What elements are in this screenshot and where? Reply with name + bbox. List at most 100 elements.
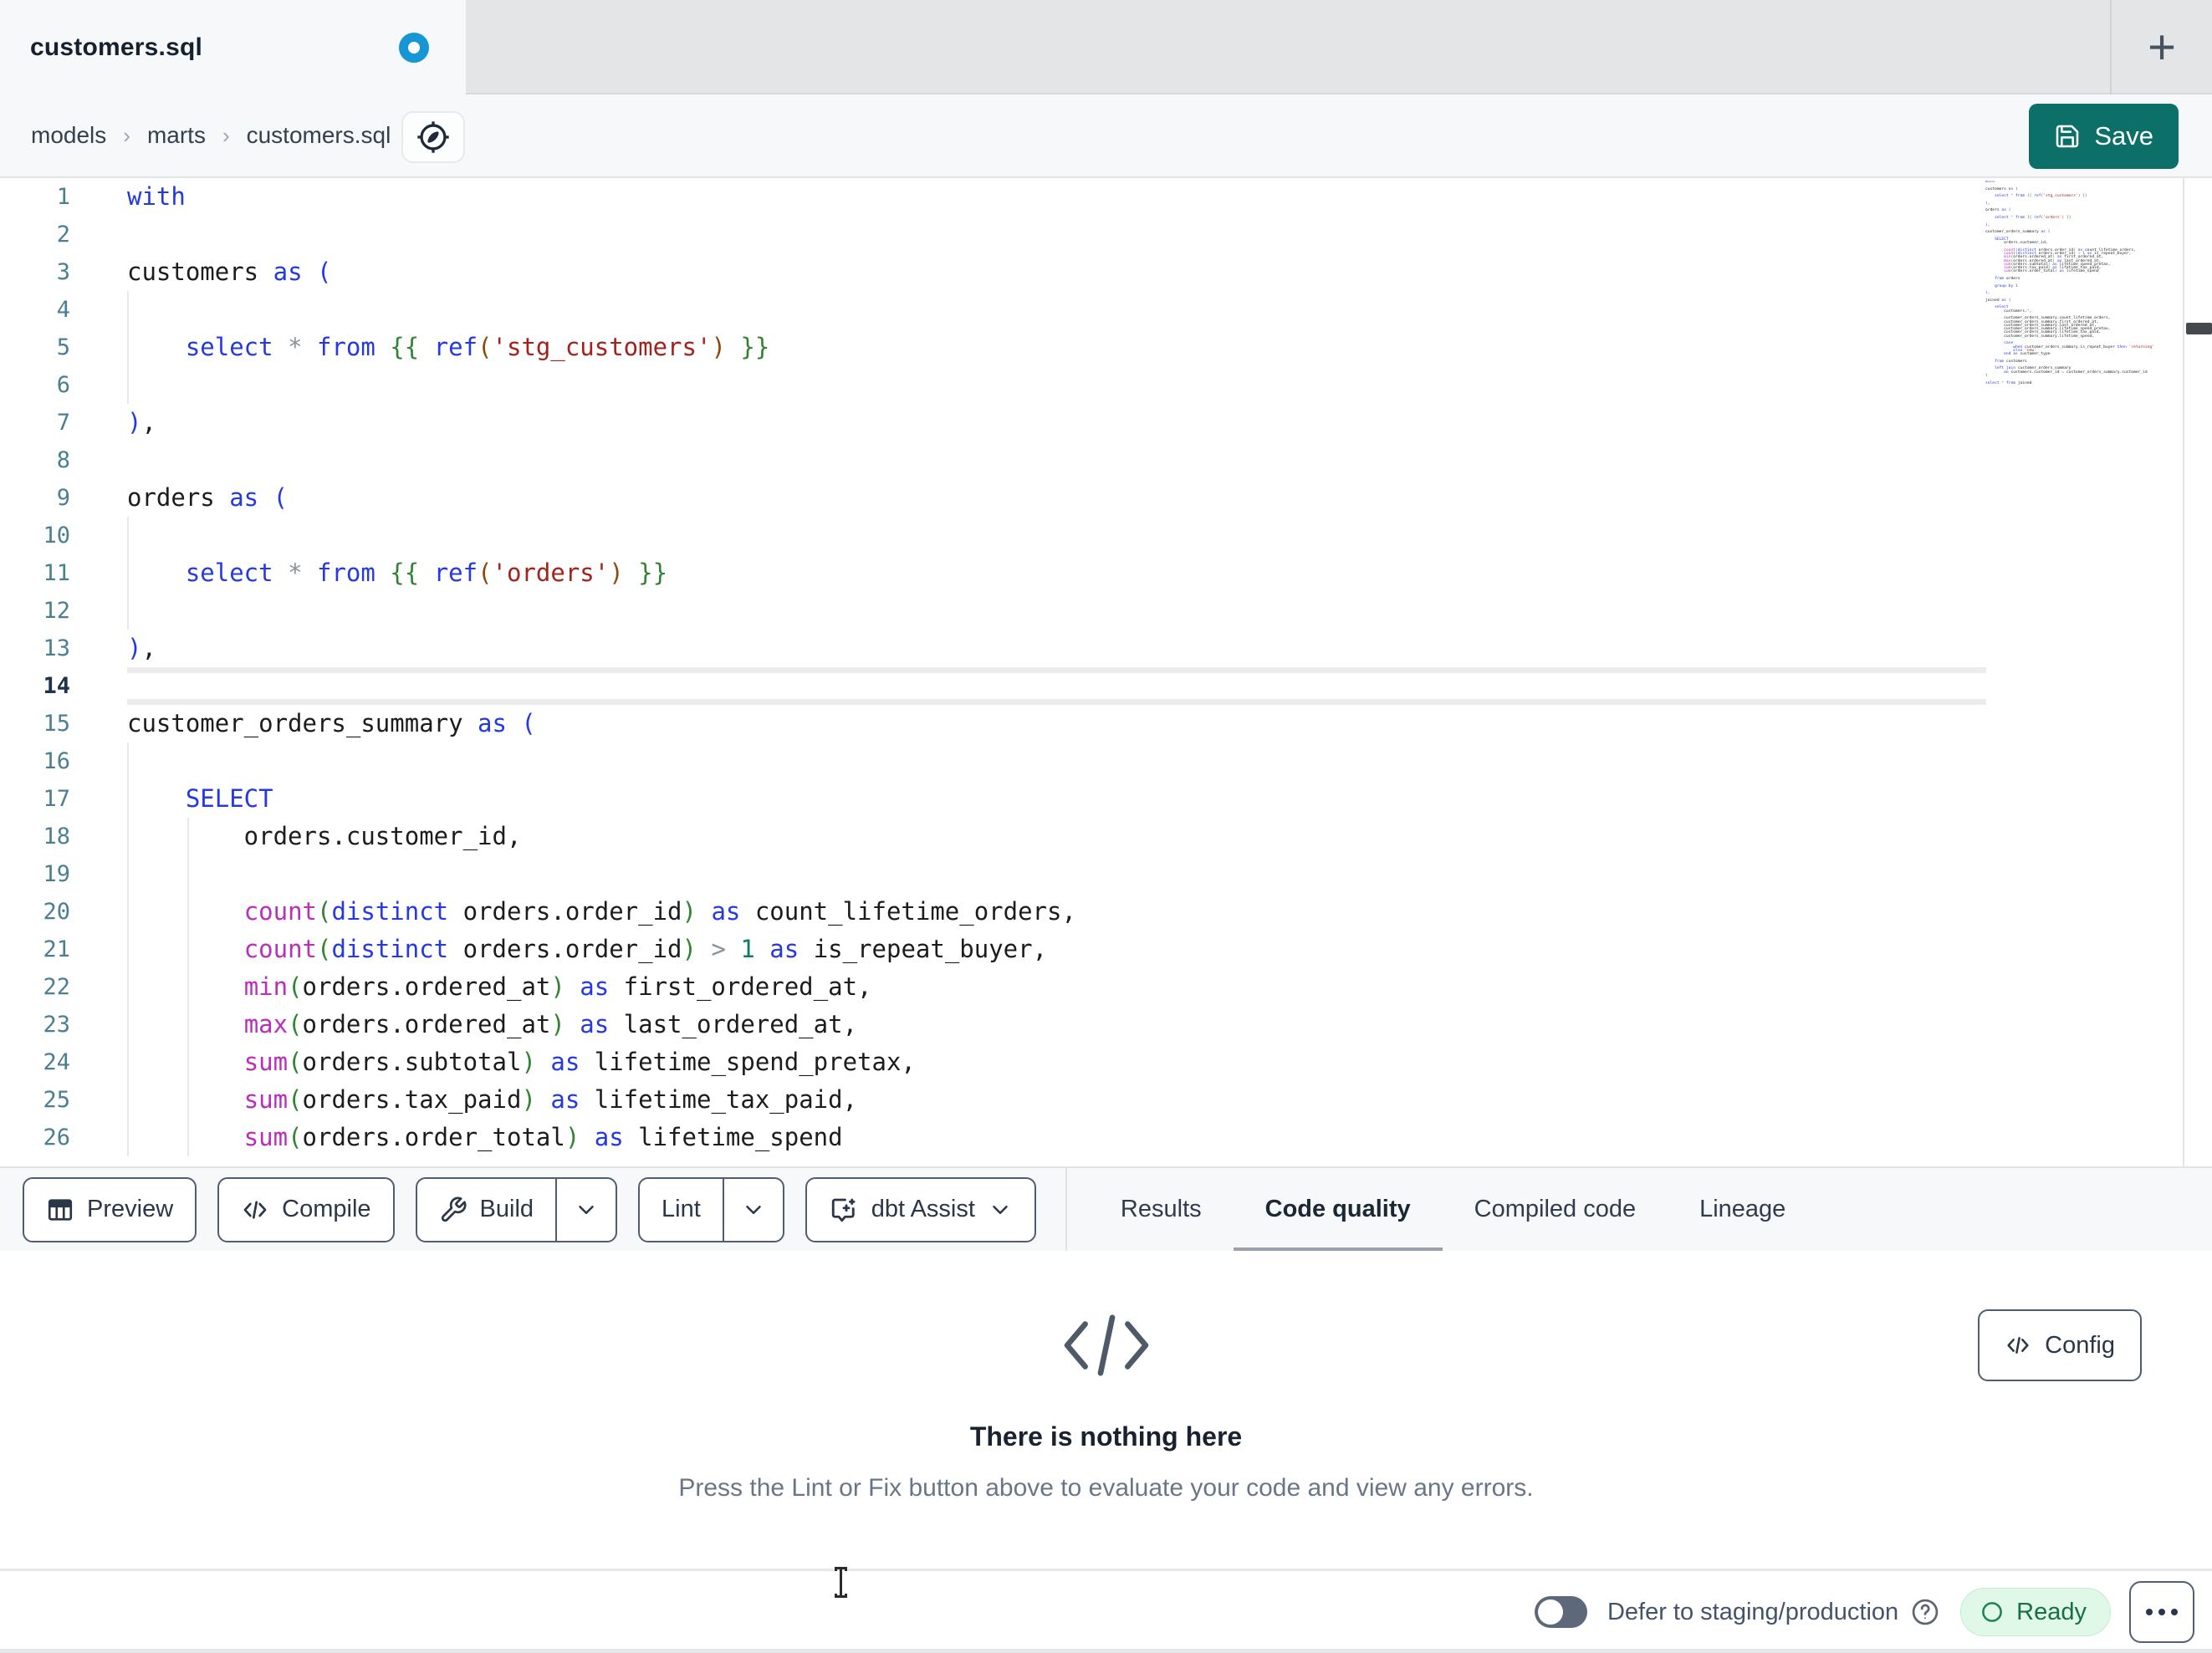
- line-number: 7: [56, 410, 70, 436]
- breadcrumb-item-marts[interactable]: marts: [147, 122, 206, 149]
- newtab-divider-line: [2110, 0, 2112, 94]
- code-line[interactable]: 22 min(orders.ordered_at) as first_order…: [0, 968, 2212, 1006]
- lint-menu-button[interactable]: [722, 1178, 783, 1241]
- code-line[interactable]: 15 customer_orders_summary as (: [0, 705, 2212, 742]
- line-number: 15: [43, 711, 70, 737]
- lint-button[interactable]: Lint: [640, 1179, 723, 1241]
- breadcrumb-item-file[interactable]: customers.sql: [247, 122, 391, 149]
- minimap-lines: with customers as ( select * from {{ ref…: [1985, 181, 2179, 385]
- config-button[interactable]: Config: [1978, 1309, 2142, 1381]
- line-number: 14: [43, 673, 70, 699]
- line-number: 8: [56, 447, 70, 473]
- compile-button-label: Compile: [282, 1196, 371, 1222]
- build-menu-button[interactable]: [555, 1178, 616, 1241]
- code-line-content: [127, 441, 1986, 479]
- code-line[interactable]: 14: [0, 667, 2212, 705]
- more-options-button[interactable]: [2129, 1581, 2194, 1643]
- code-line[interactable]: 21 count(distinct orders.order_id) > 1 a…: [0, 931, 2212, 968]
- code-line-content: [127, 517, 1986, 554]
- line-number: 23: [43, 1012, 70, 1038]
- help-icon[interactable]: [1910, 1597, 1940, 1627]
- tab-code-quality[interactable]: Code quality: [1233, 1167, 1443, 1253]
- results-tab-list: Results Code quality Compiled code Lineage: [1089, 1167, 1817, 1253]
- build-button[interactable]: Build: [417, 1179, 556, 1241]
- scrollbar-thumb[interactable]: [2186, 323, 2212, 334]
- code-line[interactable]: 11 select * from {{ ref('orders') }}: [0, 554, 2212, 592]
- line-number: 21: [43, 936, 70, 962]
- code-line[interactable]: 4: [0, 291, 2212, 329]
- line-number: 18: [43, 824, 70, 849]
- bottom-edge: [0, 1649, 2212, 1653]
- code-line[interactable]: 10: [0, 517, 2212, 554]
- dbt-assist-button[interactable]: dbt Assist: [805, 1176, 1036, 1242]
- breadcrumb-item-models[interactable]: models: [31, 122, 106, 149]
- code-quality-panel: There is nothing here Press the Lint or …: [0, 1251, 2212, 1569]
- code-line-content: orders as (: [127, 483, 289, 512]
- status-badge[interactable]: Ready: [1960, 1588, 2111, 1636]
- code-line-content: [127, 366, 1986, 404]
- editor-right-border: [2183, 178, 2184, 1166]
- dbt-ide-window: customers.sql + models › marts › custome…: [0, 0, 2212, 1653]
- breadcrumb-separator: ›: [222, 122, 230, 148]
- code-line-content: [127, 592, 1986, 630]
- line-number: 16: [43, 748, 70, 774]
- breadcrumb: models › marts › customers.sql: [31, 94, 391, 176]
- code-line[interactable]: 13),: [0, 630, 2212, 667]
- dbt-assist-button-label: dbt Assist: [871, 1196, 975, 1222]
- tab-label: Code quality: [1264, 1196, 1411, 1222]
- code-line[interactable]: 2: [0, 216, 2212, 253]
- code-line-content: sum(orders.tax_paid) as lifetime_tax_pai…: [243, 1085, 858, 1114]
- tab-compiled-code[interactable]: Compiled code: [1443, 1167, 1668, 1252]
- code-line[interactable]: 12: [0, 592, 2212, 630]
- code-line-content: count(distinct orders.order_id) as count…: [243, 897, 1076, 926]
- dbt-assist-icon: [829, 1195, 859, 1225]
- defer-toggle[interactable]: [1534, 1596, 1587, 1628]
- empty-state: There is nothing here Press the Lint or …: [0, 1309, 2212, 1502]
- breadcrumb-separator: ›: [123, 122, 130, 148]
- tab-title: customers.sql: [30, 33, 203, 61]
- code-line-content: [127, 667, 1986, 705]
- build-button-label: Build: [479, 1196, 534, 1222]
- code-line[interactable]: 9 orders as (: [0, 479, 2212, 517]
- file-navigate-button[interactable]: [401, 111, 465, 163]
- preview-button[interactable]: Preview: [23, 1176, 197, 1242]
- tab-customers-sql[interactable]: customers.sql: [0, 0, 466, 94]
- code-line[interactable]: 3 customers as (: [0, 253, 2212, 291]
- code-line[interactable]: 6: [0, 366, 2212, 404]
- tab-results[interactable]: Results: [1089, 1167, 1234, 1252]
- code-line[interactable]: 23 max(orders.ordered_at) as last_ordere…: [0, 1006, 2212, 1043]
- code-line-content: ),: [127, 634, 156, 662]
- unsaved-changes-indicator-icon: [399, 33, 429, 63]
- code-line-content: select * from {{ ref('stg_customers') }}: [185, 333, 770, 361]
- compile-button[interactable]: Compile: [217, 1176, 395, 1242]
- toggle-knob: [1537, 1599, 1563, 1625]
- code-line-content: [127, 855, 1986, 893]
- code-line-content: customers as (: [127, 258, 332, 286]
- line-number: 9: [56, 485, 70, 511]
- text-cursor-icon: [833, 1565, 848, 1599]
- chevron-down-icon: [574, 1197, 599, 1222]
- indent-guide: [127, 742, 129, 1156]
- code-line[interactable]: 26 sum(orders.order_total) as lifetime_s…: [0, 1119, 2212, 1156]
- code-line[interactable]: 8: [0, 441, 2212, 479]
- new-tab-button[interactable]: +: [2132, 0, 2192, 94]
- code-line-content: max(orders.ordered_at) as last_ordered_a…: [243, 1010, 858, 1038]
- code-line-content: sum(orders.order_total) as lifetime_spen…: [243, 1123, 843, 1151]
- code-editor[interactable]: 1 with 2 3 customers as (4 5 select * from {{…: [0, 178, 2212, 1166]
- tab-lineage[interactable]: Lineage: [1668, 1167, 1817, 1252]
- code-line[interactable]: 19: [0, 855, 2212, 893]
- preview-button-label: Preview: [87, 1196, 174, 1222]
- code-minimap[interactable]: with customers as ( select * from {{ ref…: [1985, 181, 2179, 398]
- code-line[interactable]: 7),: [0, 404, 2212, 441]
- code-line-content: ),: [127, 408, 156, 436]
- code-line[interactable]: 5 select * from {{ ref('stg_customers') …: [0, 329, 2212, 366]
- code-line[interactable]: 24 sum(orders.subtotal) as lifetime_spen…: [0, 1043, 2212, 1081]
- code-line[interactable]: 20 count(distinct orders.order_id) as co…: [0, 893, 2212, 931]
- code-line[interactable]: 18 orders.customer_id,: [0, 818, 2212, 855]
- code-line[interactable]: 25 sum(orders.tax_paid) as lifetime_tax_…: [0, 1081, 2212, 1119]
- save-button[interactable]: Save: [2029, 104, 2179, 169]
- code-line[interactable]: 16: [0, 742, 2212, 780]
- code-line[interactable]: 1 with: [0, 178, 2212, 216]
- code-line[interactable]: 17 SELECT: [0, 780, 2212, 818]
- code-line-content: SELECT: [185, 784, 273, 813]
